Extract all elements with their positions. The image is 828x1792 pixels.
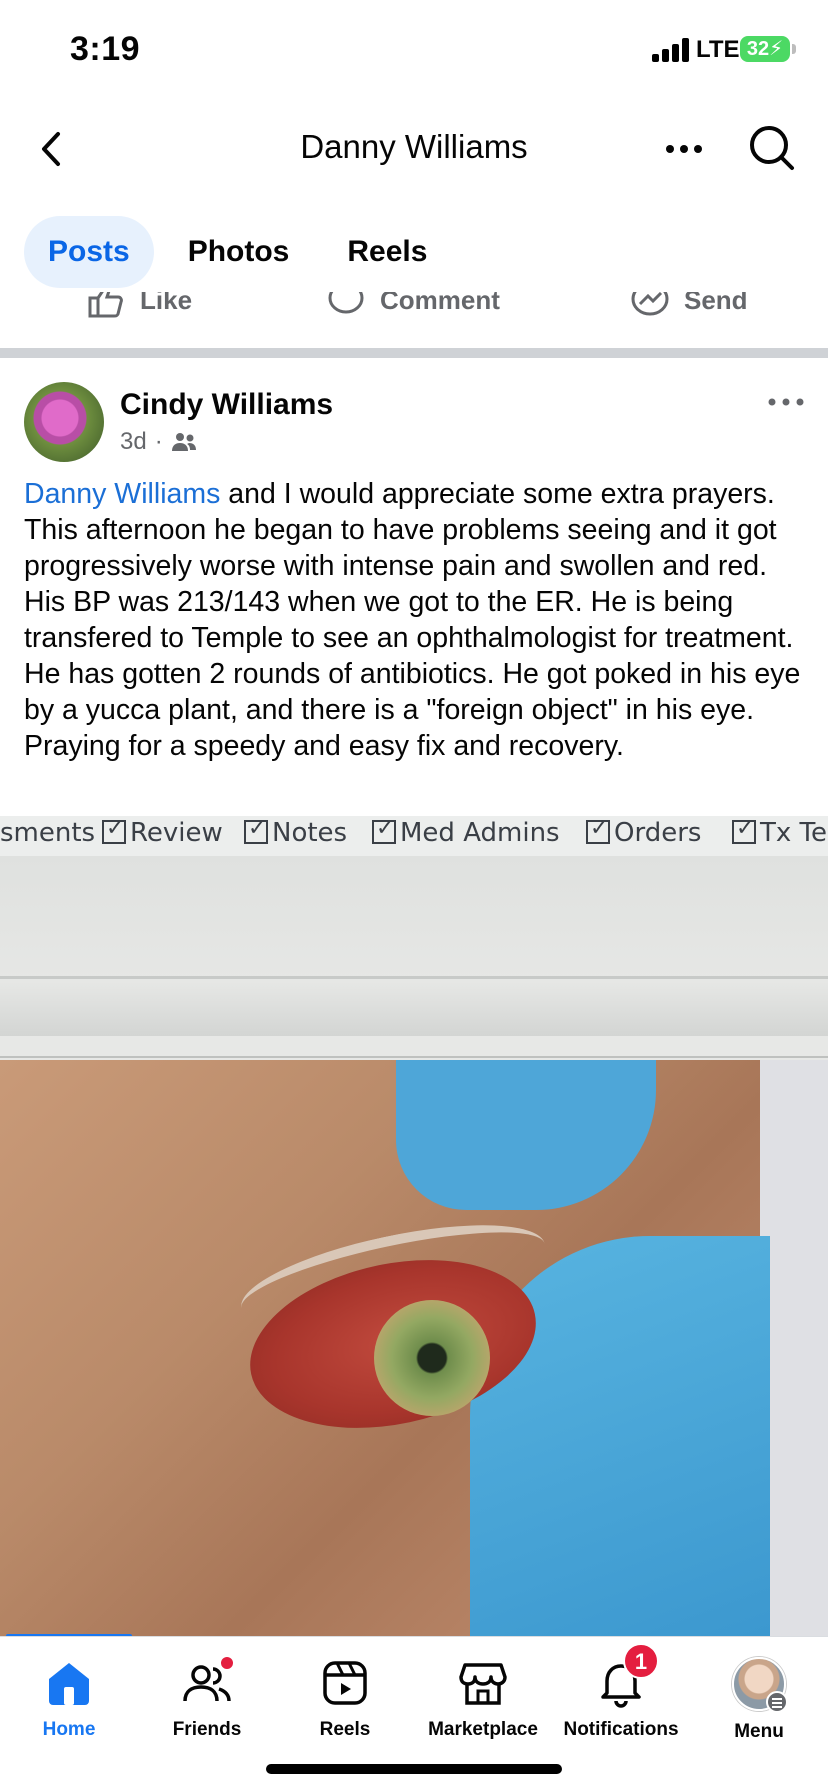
status-time: 3:19 (70, 30, 141, 68)
mention-link[interactable]: Danny Williams (24, 478, 220, 510)
photo-label-orders: Orders (586, 816, 701, 848)
messenger-icon (631, 292, 669, 316)
meta-separator: · (154, 428, 163, 455)
checkbox-icon (244, 816, 268, 844)
post-text: Danny Williams and I would appreciate so… (24, 476, 808, 764)
nav-home-label: Home (42, 1719, 96, 1740)
photo-label-review: Review (102, 816, 223, 848)
notification-badge: 1 (623, 1643, 659, 1679)
tab-reels[interactable]: Reels (323, 216, 451, 288)
nav-reels[interactable]: Reels (276, 1657, 414, 1741)
nav-notifications[interactable]: 1 Notifications (552, 1643, 690, 1741)
post-header: Cindy Williams 3d · (24, 382, 804, 462)
checkbox-icon (586, 816, 610, 844)
like-label: Like (140, 292, 193, 315)
battery-icon: 32⚡ (740, 36, 790, 62)
nav-home[interactable]: Home (0, 1657, 138, 1741)
author-avatar[interactable] (24, 382, 104, 462)
photo-label-med-admins: Med Admins (372, 816, 560, 848)
checkbox-icon (372, 816, 396, 844)
nav-reels-label: Reels (319, 1719, 371, 1740)
home-indicator (266, 1764, 562, 1774)
checkbox-icon (102, 816, 126, 844)
profile-tabs: Posts Photos Reels (24, 216, 451, 288)
nav-friends-label: Friends (172, 1719, 242, 1740)
tab-posts[interactable]: Posts (24, 216, 154, 288)
nav-friends[interactable]: Friends (138, 1655, 276, 1741)
post-more-icon[interactable] (764, 390, 808, 414)
photo-screen-line (0, 1056, 828, 1058)
status-bar: 3:19 LTE 32⚡ (0, 0, 828, 100)
notification-dot (219, 1655, 235, 1671)
network-label: LTE (696, 36, 740, 63)
checkbox-icon (732, 816, 756, 844)
previous-post-actions: Like Comment Send (0, 292, 828, 340)
profile-header: Danny Williams (0, 110, 828, 190)
comment-label: Comment (380, 292, 500, 315)
post-divider (0, 348, 828, 358)
nav-marketplace[interactable]: Marketplace (414, 1657, 552, 1741)
marketplace-icon (457, 1657, 509, 1709)
post-meta: 3d · (120, 428, 197, 456)
search-icon[interactable] (744, 120, 800, 176)
post-time[interactable]: 3d (120, 428, 147, 456)
post-body: and I would appreciate some extra prayer… (24, 478, 801, 762)
photo-label-notes: Notes (244, 816, 347, 848)
like-button[interactable]: Like (86, 292, 192, 320)
more-horizontal-icon[interactable] (656, 124, 712, 174)
photo-background (760, 1060, 828, 1636)
menu-icon (766, 1691, 788, 1713)
reels-icon (319, 1657, 371, 1709)
home-icon (43, 1657, 95, 1709)
avatar-icon (732, 1657, 788, 1713)
send-button[interactable]: Send (630, 292, 748, 320)
friends-icon (181, 1655, 235, 1709)
comment-icon (328, 292, 364, 314)
send-label: Send (684, 292, 748, 315)
bell-icon: 1 (595, 1643, 659, 1709)
nav-notifications-label: Notifications (563, 1719, 679, 1740)
photo-screen-tabs: sments Review Notes Med Admins Orders Tx… (0, 816, 828, 856)
signal-icon (652, 38, 690, 62)
friends-icon (171, 433, 196, 451)
tab-photos[interactable]: Photos (164, 216, 314, 288)
post-photo[interactable]: sments Review Notes Med Admins Orders Tx… (0, 816, 828, 1636)
photo-screen-band (0, 856, 828, 1036)
photo-screen-line (0, 976, 828, 979)
photo-label: sments (0, 818, 96, 848)
battery-level: 32 (746, 38, 770, 60)
comment-button[interactable]: Comment (326, 292, 500, 320)
nav-menu-label: Menu (734, 1721, 784, 1742)
battery-tip (792, 44, 796, 54)
author-name[interactable]: Cindy Williams (120, 388, 333, 422)
nav-menu[interactable]: Menu (690, 1657, 828, 1743)
photo-iris (374, 1300, 490, 1416)
nav-marketplace-label: Marketplace (428, 1719, 538, 1740)
like-icon (88, 292, 123, 318)
photo-label-tx: Tx Te (732, 816, 827, 848)
